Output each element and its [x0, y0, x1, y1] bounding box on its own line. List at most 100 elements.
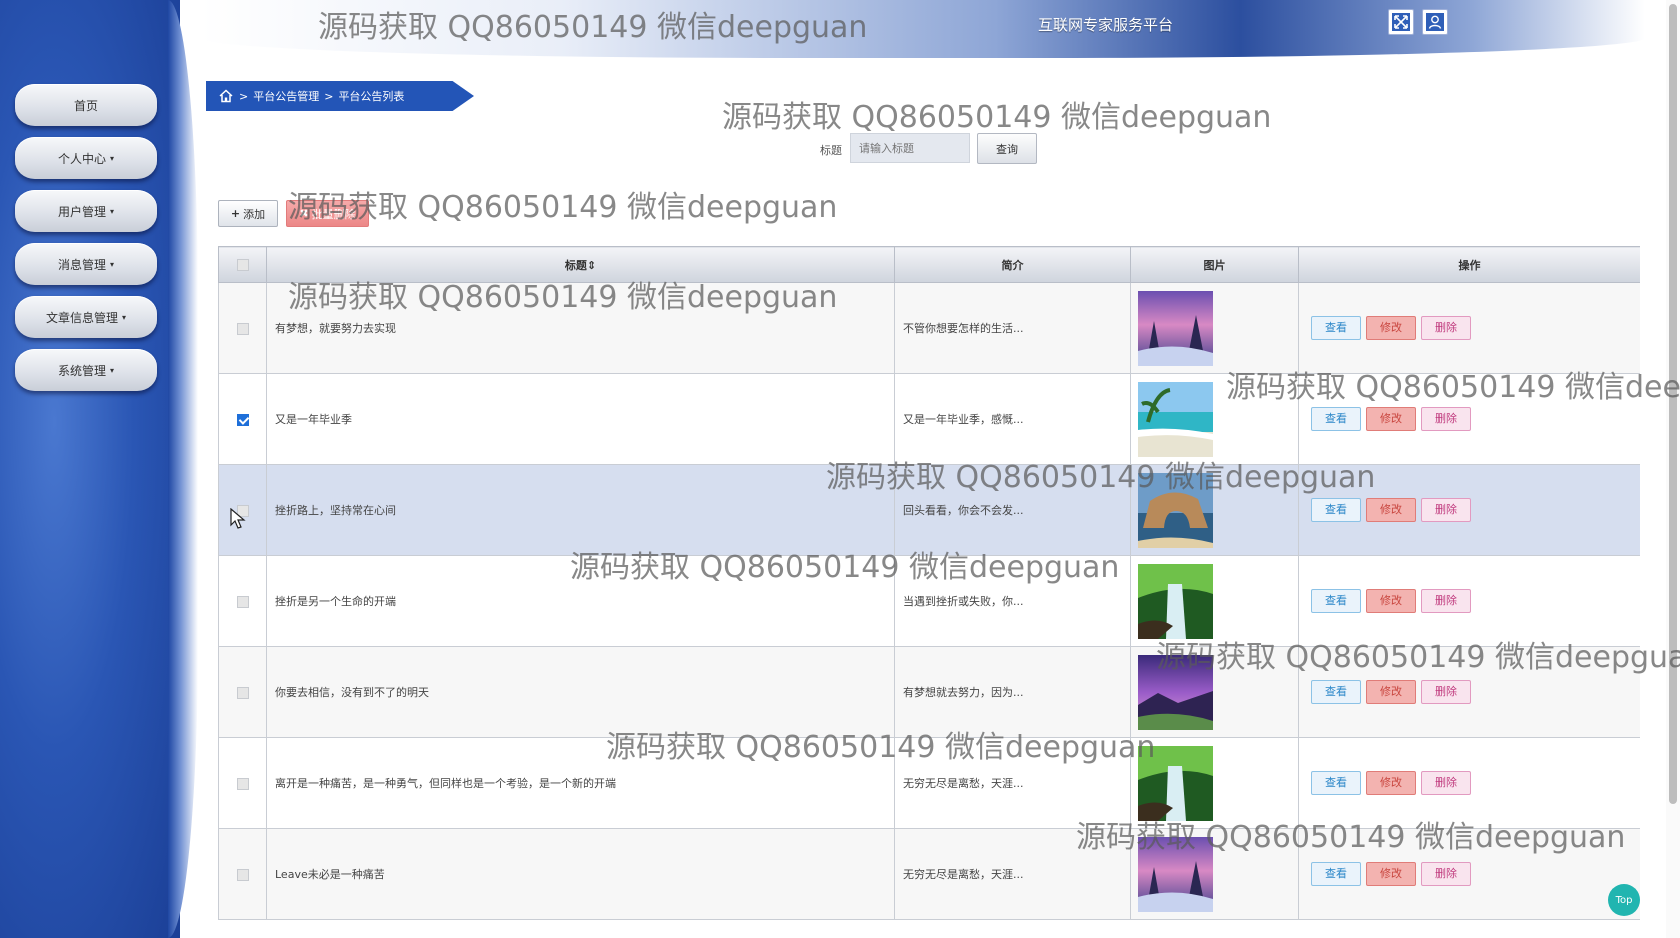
view-button[interactable]: 查看	[1311, 316, 1361, 340]
row-checkbox-cell	[218, 646, 267, 738]
sort-icon[interactable]: ⇕	[587, 259, 596, 272]
chevron-down-icon: ▾	[110, 259, 115, 269]
sidebar-item-5[interactable]: 系统管理 ▾	[15, 349, 157, 391]
row-checkbox[interactable]	[236, 413, 249, 426]
chevron-down-icon: ▾	[110, 153, 115, 163]
breadcrumb-separator: >	[239, 89, 249, 103]
sidebar-item-label: 消息管理	[57, 257, 106, 272]
title-cell: 又是一年毕业季	[266, 373, 895, 465]
summary-column-header: 简介	[894, 246, 1131, 283]
table-row[interactable]: 又是一年毕业季 又是一年毕业季，感慨... 查看 修改 删除	[218, 373, 1640, 465]
summary-cell: 不管你想要怎样的生活...	[894, 282, 1131, 374]
thumbnail-image[interactable]	[1138, 381, 1298, 457]
delete-button[interactable]: 删除	[1421, 498, 1471, 522]
sidebar-edge-decoration	[168, 0, 198, 938]
table-row[interactable]: 离开是一种痛苦，是一种勇气，但同样也是一个考验，是一个新的开端 无穷无尽是离愁，天…	[218, 737, 1640, 829]
chevron-down-icon: ▾	[110, 206, 115, 216]
watermark-text: 源码获取 QQ86050149 微信deepguan	[722, 100, 1272, 135]
table-row[interactable]: 你要去相信，没有到不了的明天 有梦想就去努力，因为... 查看 修改 删除	[218, 646, 1640, 738]
table-row[interactable]: Leave未必是一种痛苦 无穷无尽是离愁，天涯... 查看 修改 删除	[218, 828, 1640, 920]
search-button[interactable]: 查询	[977, 133, 1037, 164]
edit-button[interactable]: 修改	[1366, 862, 1416, 886]
row-checkbox[interactable]	[236, 322, 249, 335]
thumbnail-image[interactable]	[1138, 745, 1298, 821]
plus-icon: +	[230, 207, 241, 220]
select-all-header[interactable]	[218, 246, 267, 283]
select-all-checkbox[interactable]	[236, 259, 249, 271]
edit-button[interactable]: 修改	[1366, 407, 1416, 431]
delete-button[interactable]: 删除	[1421, 407, 1471, 431]
row-checkbox[interactable]	[236, 777, 249, 790]
title-column-header[interactable]: 标题⇕	[266, 246, 895, 283]
title-cell: 离开是一种痛苦，是一种勇气，但同样也是一个考验，是一个新的开端	[266, 737, 895, 829]
operations-cell: 查看 修改 删除	[1298, 555, 1640, 647]
add-button-label: 添加	[243, 207, 266, 221]
back-to-top-button[interactable]: Top	[1608, 884, 1640, 916]
edit-button[interactable]: 修改	[1366, 589, 1416, 613]
thumbnail-image[interactable]	[1138, 472, 1298, 548]
summary-cell: 无穷无尽是离愁，天涯...	[894, 828, 1131, 920]
thumbnail-image[interactable]	[1138, 654, 1298, 730]
summary-cell: 无穷无尽是离愁，天涯...	[894, 737, 1131, 829]
sidebar-item-4[interactable]: 文章信息管理 ▾	[15, 296, 157, 338]
sidebar-item-0[interactable]: 首页	[15, 84, 157, 126]
sidebar-item-3[interactable]: 消息管理 ▾	[15, 243, 157, 285]
table-row[interactable]: 有梦想，就要努力去实现 不管你想要怎样的生活... 查看 修改 删除	[218, 282, 1640, 374]
sidebar: 首页 个人中心 ▾ 用户管理 ▾ 消息管理 ▾ 文章信息管理 ▾ 系统管理 ▾	[0, 0, 180, 938]
thumbnail-image[interactable]	[1138, 836, 1298, 912]
title-search-input[interactable]	[850, 133, 970, 163]
sidebar-item-label: 文章信息管理	[45, 310, 118, 325]
row-checkbox[interactable]	[236, 686, 249, 699]
view-button[interactable]: 查看	[1311, 498, 1361, 522]
home-icon[interactable]	[218, 88, 234, 104]
delete-button[interactable]: 删除	[1421, 589, 1471, 613]
image-cell	[1130, 464, 1299, 556]
table-row[interactable]: 挫折是另一个生命的开端 当遇到挫折或失败，你... 查看 修改 删除	[218, 555, 1640, 647]
scrollbar-thumb[interactable]	[1669, 4, 1677, 804]
chevron-down-icon: ▾	[110, 365, 115, 375]
edit-button[interactable]: 修改	[1366, 680, 1416, 704]
image-column-header: 图片	[1130, 246, 1299, 283]
row-checkbox[interactable]	[236, 868, 249, 881]
operations-cell: 查看 修改 删除	[1298, 828, 1640, 920]
fullscreen-button[interactable]	[1388, 9, 1414, 35]
table-body: 有梦想，就要努力去实现 不管你想要怎样的生活... 查看 修改 删除 又是一年毕业季 又是一…	[218, 282, 1640, 920]
image-cell	[1130, 282, 1299, 374]
row-checkbox[interactable]	[236, 595, 249, 608]
summary-cell: 回头看看，你会不会发...	[894, 464, 1131, 556]
operations-cell: 查看 修改 删除	[1298, 737, 1640, 829]
thumbnail-image[interactable]	[1138, 290, 1298, 366]
summary-cell: 当遇到挫折或失败，你...	[894, 555, 1131, 647]
edit-button[interactable]: 修改	[1366, 771, 1416, 795]
view-button[interactable]: 查看	[1311, 407, 1361, 431]
platform-title: 互联网专家服务平台	[1038, 16, 1174, 34]
table-row[interactable]: 挫折路上，坚持常在心间 回头看看，你会不会发... 查看 修改 删除	[218, 464, 1640, 556]
top-header: 互联网专家服务平台	[200, 0, 1645, 58]
view-button[interactable]: 查看	[1311, 589, 1361, 613]
sidebar-item-label: 个人中心	[57, 151, 106, 166]
breadcrumb-item-announcement-management[interactable]: 平台公告管理	[253, 88, 319, 104]
edit-button[interactable]: 修改	[1366, 316, 1416, 340]
delete-button[interactable]: 删除	[1421, 316, 1471, 340]
view-button[interactable]: 查看	[1311, 771, 1361, 795]
user-button[interactable]	[1422, 9, 1448, 35]
thumbnail-image[interactable]	[1138, 563, 1298, 639]
sidebar-item-label: 用户管理	[57, 204, 106, 219]
delete-button[interactable]: 删除	[1421, 771, 1471, 795]
view-button[interactable]: 查看	[1311, 680, 1361, 704]
edit-button[interactable]: 修改	[1366, 498, 1416, 522]
page-scrollbar[interactable]	[1666, 0, 1680, 938]
title-cell: 有梦想，就要努力去实现	[266, 282, 895, 374]
sidebar-item-2[interactable]: 用户管理 ▾	[15, 190, 157, 232]
breadcrumb-item-announcement-list: 平台公告列表	[338, 90, 405, 103]
title-cell: 挫折是另一个生命的开端	[266, 555, 895, 647]
batch-delete-button[interactable]: ✖ 批量删除	[286, 200, 369, 227]
operations-column-header: 操作	[1298, 246, 1640, 283]
delete-button[interactable]: 删除	[1421, 862, 1471, 886]
sidebar-item-1[interactable]: 个人中心 ▾	[15, 137, 157, 179]
delete-button[interactable]: 删除	[1421, 680, 1471, 704]
add-button[interactable]: + 添加	[218, 200, 278, 227]
title-cell: 挫折路上，坚持常在心间	[266, 464, 895, 556]
view-button[interactable]: 查看	[1311, 862, 1361, 886]
operations-cell: 查看 修改 删除	[1298, 373, 1640, 465]
